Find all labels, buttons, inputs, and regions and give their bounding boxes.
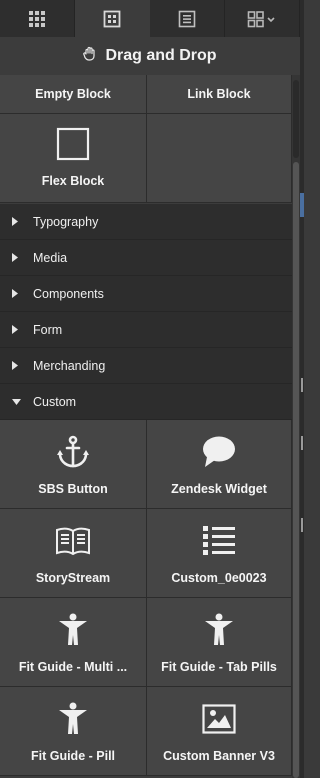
list-icon: [202, 522, 236, 560]
custom-blocks-grid: SBS Button Zendesk Widget StoryStream Cu…: [0, 420, 292, 776]
block-label: Flex Block: [41, 174, 105, 188]
block-storystream[interactable]: StoryStream: [0, 509, 147, 598]
edge-mark: [301, 436, 303, 450]
caret-right-icon: [12, 253, 22, 262]
block-label: Empty Block: [35, 87, 111, 101]
category-components[interactable]: Components: [0, 276, 292, 312]
edge-mark: [301, 518, 303, 532]
edge-mark: [301, 378, 303, 392]
tab-document[interactable]: [150, 0, 225, 37]
anchor-icon: [56, 433, 90, 471]
tab-blocks[interactable]: [75, 0, 150, 37]
caret-right-icon: [12, 361, 22, 370]
block-fit-guide-pill[interactable]: Fit Guide - Pill: [0, 687, 147, 776]
hand-drag-icon: [83, 46, 97, 66]
block-label: Fit Guide - Pill: [30, 749, 116, 763]
blocks-panel: Drag and Drop Empty Block Link Block Fle…: [0, 0, 304, 778]
block-label: StoryStream: [35, 571, 111, 585]
person-icon: [57, 611, 89, 649]
category-label: Typography: [33, 214, 99, 229]
tab-layout-dropdown[interactable]: [225, 0, 300, 37]
scrollbar-upper[interactable]: [293, 80, 299, 158]
category-custom[interactable]: Custom: [0, 384, 292, 420]
adjacent-panel-edge: [300, 0, 304, 778]
panel-header: Drag and Drop: [0, 37, 300, 75]
block-empty-slot: [147, 114, 292, 203]
category-label: Media: [33, 250, 68, 265]
block-label: SBS Button: [38, 482, 108, 496]
person-icon: [57, 700, 89, 738]
block-link-block[interactable]: Link Block: [147, 75, 292, 114]
image-icon: [202, 700, 236, 738]
square-outline-icon: [56, 125, 90, 163]
blocks-icon: [103, 10, 121, 28]
category-merchanding[interactable]: Merchanding: [0, 348, 292, 384]
layout-dropdown-icon: [247, 10, 277, 28]
tab-grid-apps[interactable]: [0, 0, 75, 37]
panel-tab-bar: [0, 0, 300, 37]
block-label: Custom_0e0023: [171, 571, 267, 585]
category-label: Components: [33, 286, 104, 301]
block-custom-0e0023[interactable]: Custom_0e0023: [147, 509, 292, 598]
open-book-icon: [55, 522, 91, 560]
block-label: Fit Guide - Tab Pills: [161, 660, 277, 674]
block-flex-block[interactable]: Flex Block: [0, 114, 147, 203]
scrollbar-thumb[interactable]: [293, 162, 299, 778]
panel-title: Drag and Drop: [105, 47, 217, 64]
block-label: Custom Banner V3: [163, 749, 275, 763]
category-label: Custom: [33, 394, 77, 409]
block-label: Zendesk Widget: [171, 482, 267, 496]
block-custom-banner-v3[interactable]: Custom Banner V3: [147, 687, 292, 776]
grid-apps-icon: [28, 10, 46, 28]
caret-down-icon: [12, 398, 22, 405]
block-zendesk-widget[interactable]: Zendesk Widget: [147, 420, 292, 509]
block-label: Link Block: [187, 87, 251, 101]
block-fit-guide-tab-pills[interactable]: Fit Guide - Tab Pills: [147, 598, 292, 687]
category-typography[interactable]: Typography: [0, 204, 292, 240]
edge-accent: [300, 193, 304, 217]
basic-blocks-grid: Empty Block Link Block Flex Block: [0, 75, 292, 203]
block-label: Fit Guide - Multi ...: [18, 660, 128, 674]
category-list: Typography Media Components Form Merchan…: [0, 204, 292, 420]
caret-right-icon: [12, 289, 22, 298]
person-icon: [203, 611, 235, 649]
block-fit-guide-multi[interactable]: Fit Guide - Multi ...: [0, 598, 147, 687]
category-label: Form: [33, 322, 63, 337]
category-media[interactable]: Media: [0, 240, 292, 276]
speech-bubble-icon: [201, 433, 237, 471]
category-label: Merchanding: [33, 358, 106, 373]
category-form[interactable]: Form: [0, 312, 292, 348]
block-empty-block[interactable]: Empty Block: [0, 75, 147, 114]
block-sbs-button[interactable]: SBS Button: [0, 420, 147, 509]
caret-right-icon: [12, 325, 22, 334]
document-icon: [178, 10, 196, 28]
caret-right-icon: [12, 217, 22, 226]
